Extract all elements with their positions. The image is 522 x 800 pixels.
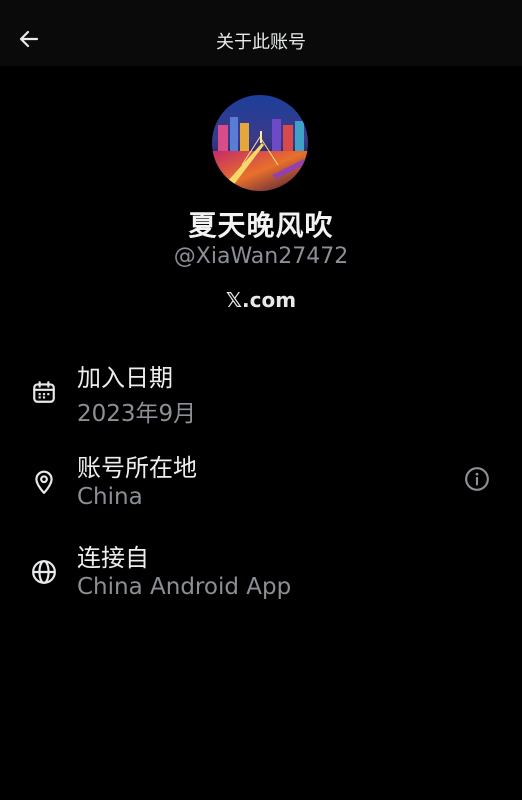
connected-via-label: 连接自 bbox=[77, 544, 149, 572]
join-date-value: 2023年9月 bbox=[77, 401, 197, 427]
location-label: 账号所在地 bbox=[77, 454, 197, 482]
globe-icon bbox=[30, 558, 58, 586]
detail-row-connected-via: 连接自 China Android App bbox=[0, 538, 522, 608]
app-bar: 关于此账号 bbox=[0, 0, 522, 66]
user-handle: @XiaWan27472 bbox=[173, 244, 349, 269]
detail-row-join-date: 加入日期 2023年9月 bbox=[0, 358, 522, 428]
detail-row-location: 账号所在地 China bbox=[0, 448, 522, 518]
avatar-night-city-photo bbox=[212, 95, 308, 191]
connected-via-value: China Android App bbox=[77, 574, 292, 600]
location-info-button[interactable] bbox=[462, 464, 492, 494]
location-pin-icon bbox=[30, 468, 58, 496]
avatar[interactable] bbox=[212, 95, 308, 191]
location-value: China bbox=[77, 484, 143, 510]
display-name: 夏天晚风吹 bbox=[188, 209, 334, 242]
info-icon bbox=[465, 467, 489, 491]
domain-label: 𝕏.com bbox=[225, 288, 297, 312]
page-title: 关于此账号 bbox=[216, 32, 306, 53]
join-date-label: 加入日期 bbox=[77, 364, 173, 392]
calendar-icon bbox=[30, 378, 58, 406]
